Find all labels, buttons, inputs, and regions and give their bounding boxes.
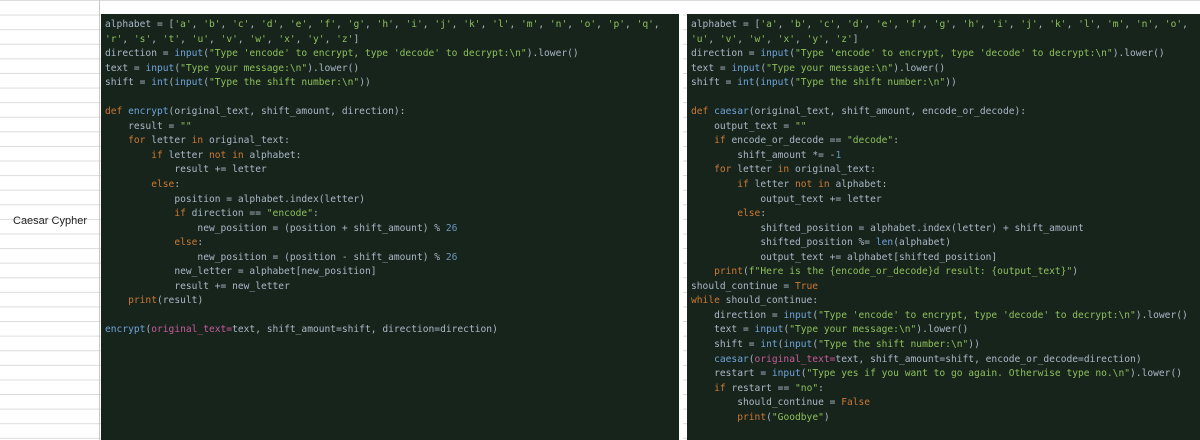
left-code-line: def encrypt(original_text, shift_amount,… [105,106,406,118]
left-code-line: else: [174,237,204,249]
left-code-line: result = "" [128,120,192,132]
left-code-line: print(result) [128,295,204,307]
left-code-line: text = input("Type your message:\n").low… [105,62,360,74]
right-code-line: shifted_position = alphabet.index(letter… [760,222,1084,234]
right-code-line: while should_continue: [691,295,819,307]
right-code-line [691,91,1200,106]
left-code-line: encrypt(original_text=text, shift_amount… [105,324,498,336]
label-column: Caesar Cypher [0,0,100,440]
left-code-line: for letter in original_text: [128,135,290,147]
right-code-line: shift = int(input("Type the shift number… [714,339,980,351]
right-code-line: text = input("Type your message:\n").low… [691,62,946,74]
right-code-line: else: [737,208,767,220]
code-block-right: alphabet = ['a', 'b', 'c', 'd', 'e', 'f'… [687,14,1200,425]
left-code-line [105,91,679,106]
right-code-line: output_text = "" [714,120,807,132]
right-code-line: alphabet = ['a', 'b', 'c', 'd', 'e', 'f'… [691,19,1188,30]
right-code-line: direction = input("Type 'encode' to encr… [714,309,1188,321]
right-code-line: caesar(original_text=text, shift_amount=… [714,353,1142,365]
left-code-line [105,309,679,324]
right-code-line: text = input("Type your message:\n").low… [714,324,969,336]
left-code-line: else: [151,179,181,191]
right-code-line: shift_amount *= -1 [737,149,842,161]
left-code-line: new_position = (position + shift_amount)… [197,222,458,234]
right-code-line: 'u', 'v', 'w', 'x', 'y', 'z'] [691,33,859,45]
right-code-line: if restart == "no": [714,382,824,394]
left-code-line: alphabet = ['a', 'b', 'c', 'd', 'e', 'f'… [105,19,660,30]
row-label-cell[interactable]: Caesar Cypher [0,215,100,227]
code-block-left: alphabet = ['a', 'b', 'c', 'd', 'e', 'f'… [101,14,679,338]
left-code-line: if letter not in alphabet: [151,149,302,161]
left-code-line: position = alphabet.index(letter) [174,193,365,205]
right-code-line: output_text += alphabet[shifted_position… [760,251,998,263]
right-code-line: print(f"Here is the {encode_or_decode}d … [714,266,1079,278]
right-code-line: shifted_position %= len(alphabet) [760,237,951,249]
left-code-line: new_letter = alphabet[new_position] [174,266,377,278]
right-code-line: should_continue = True [691,280,819,292]
right-code-line: shift = int(input("Type the shift number… [691,77,957,89]
left-code-line: if direction == "encode": [174,208,319,220]
right-code-line: output_text += letter [760,193,882,205]
right-code-line: print("Goodbye") [737,411,830,423]
right-code-line: restart = input("Type yes if you want to… [714,368,1183,380]
left-code-line: result += letter [174,164,267,176]
code-screenshot-encrypt: alphabet = ['a', 'b', 'c', 'd', 'e', 'f'… [101,14,683,440]
code-screenshot-caesar: alphabet = ['a', 'b', 'c', 'd', 'e', 'f'… [687,14,1200,440]
left-code-line: new_position = (position - shift_amount)… [197,251,458,263]
left-code-line: result += new_letter [174,280,290,292]
right-code-line: for letter in original_text: [714,164,876,176]
left-code-line: 'r', 's', 't', 'u', 'v', 'w', 'x', 'y', … [105,33,360,45]
right-code-line: if letter not in alphabet: [737,179,888,191]
right-code-line: should_continue = False [737,397,871,409]
right-code-line: def caesar(original_text, shift_amount, … [691,106,1027,118]
left-code-line: direction = input("Type 'encode' to encr… [105,48,579,60]
right-code-line: if encode_or_decode == "decode": [714,135,899,147]
left-code-line: shift = int(input("Type the shift number… [105,77,371,89]
right-code-line: direction = input("Type 'encode' to encr… [691,48,1165,60]
